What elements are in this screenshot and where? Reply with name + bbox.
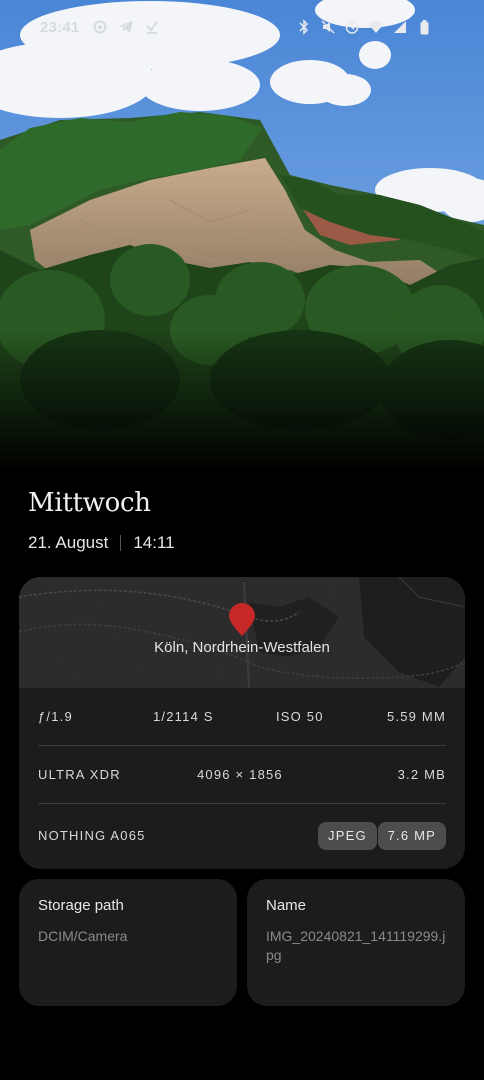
- date-label: 21. August: [28, 533, 109, 552]
- date-time-divider: [120, 535, 122, 551]
- alarm-icon: [344, 18, 360, 36]
- exif-row-camera: ƒ/1.9 1/2114 S ISO 50 5.59 MM: [38, 709, 446, 729]
- wifi-icon: [368, 18, 384, 36]
- format-chip: JPEG: [318, 822, 377, 850]
- exif-row-device: NOTHING A065 JPEG 7.6 MP: [38, 822, 446, 850]
- exif-row-image: ULTRA XDR 4096 × 1856 3.2 MB: [38, 767, 446, 787]
- megapixels-chip: 7.6 MP: [377, 822, 446, 850]
- location-map[interactable]: Köln, Nordrhein-Westfalen: [19, 577, 465, 688]
- aperture-value: ƒ/1.9: [38, 709, 73, 724]
- storage-path-title: Storage path: [38, 897, 124, 914]
- iso-value: ISO 50: [276, 709, 324, 724]
- notification-icons: [92, 18, 160, 36]
- mute-icon: [320, 18, 336, 36]
- file-size-value: 3.2 MB: [397, 767, 446, 782]
- telegram-icon: [118, 18, 134, 36]
- resolution-value: 4096 × 1856: [197, 767, 283, 782]
- file-name-card[interactable]: Name IMG_20240821_141119299.jpg: [247, 879, 465, 1006]
- device-value: NOTHING A065: [38, 828, 146, 843]
- time-label: 14:11: [133, 533, 175, 552]
- mode-value: ULTRA XDR: [38, 767, 121, 782]
- location-label: Köln, Nordrhein-Westfalen: [154, 639, 330, 656]
- storage-path-value: DCIM/Camera: [38, 928, 128, 944]
- system-icons: [296, 18, 432, 36]
- battery-icon: [416, 18, 432, 36]
- sync-icon: [92, 18, 108, 36]
- shutter-value: 1/2114 S: [153, 709, 214, 724]
- weekday-title: Mittwoch: [28, 488, 151, 518]
- signal-icon: [392, 18, 408, 36]
- storage-path-card[interactable]: Storage path DCIM/Camera: [19, 879, 237, 1006]
- download-done-icon: [144, 18, 160, 36]
- focal-length-value: 5.59 MM: [387, 709, 446, 724]
- status-time: 23:41: [40, 19, 80, 36]
- date-time: 21. August 14:11: [28, 533, 175, 553]
- file-name-value: IMG_20240821_141119299.jpg: [266, 928, 446, 963]
- status-bar: 23:41: [0, 0, 484, 56]
- file-name-title: Name: [266, 897, 307, 914]
- divider: [38, 745, 446, 746]
- bluetooth-icon: [296, 18, 312, 36]
- divider: [38, 803, 446, 804]
- details-card: Köln, Nordrhein-Westfalen ƒ/1.9 1/2114 S…: [19, 577, 465, 869]
- photo-image: [0, 0, 484, 470]
- photo-preview[interactable]: [0, 0, 484, 470]
